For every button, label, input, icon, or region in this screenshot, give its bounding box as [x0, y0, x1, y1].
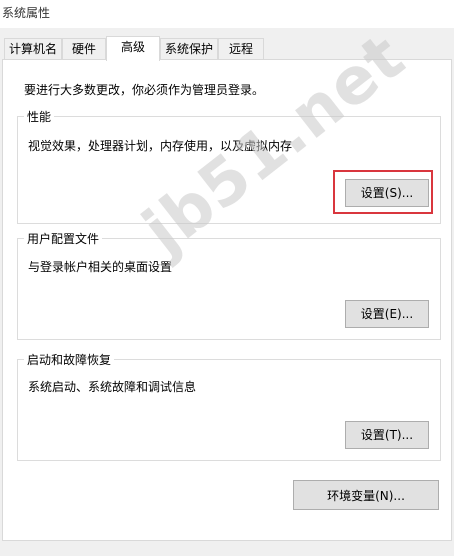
- tab-hardware[interactable]: 硬件: [62, 38, 106, 60]
- user-profiles-group: 用户配置文件 与登录帐户相关的桌面设置 设置(E)...: [17, 230, 441, 340]
- bottom-strip: [0, 541, 454, 556]
- startup-recovery-desc: 系统启动、系统故障和调试信息: [28, 380, 197, 394]
- admin-note: 要进行大多数更改，你必须作为管理员登录。: [24, 83, 265, 97]
- startup-recovery-group: 启动和故障恢复 系统启动、系统故障和调试信息 设置(T)...: [17, 351, 441, 461]
- performance-title: 性能: [24, 108, 55, 125]
- user-profiles-settings-button[interactable]: 设置(E)...: [345, 300, 429, 328]
- tab-computer-name[interactable]: 计算机名: [4, 38, 62, 60]
- highlight-box: [333, 170, 433, 214]
- window-title: 系统属性: [2, 6, 51, 20]
- environment-variables-button[interactable]: 环境变量(N)...: [293, 480, 439, 510]
- startup-recovery-title: 启动和故障恢复: [24, 351, 115, 368]
- startup-recovery-settings-button[interactable]: 设置(T)...: [345, 421, 429, 449]
- user-profiles-desc: 与登录帐户相关的桌面设置: [28, 260, 173, 274]
- tab-advanced[interactable]: 高级: [106, 36, 160, 61]
- user-profiles-title: 用户配置文件: [24, 230, 103, 247]
- title-bar: 系统属性: [0, 0, 454, 28]
- performance-desc: 视觉效果，处理器计划，内存使用，以及虚拟内存: [28, 139, 293, 153]
- tab-remote[interactable]: 远程: [218, 38, 264, 60]
- tab-system-protection[interactable]: 系统保护: [160, 38, 218, 60]
- tab-strip: 计算机名 硬件 高级 系统保护 远程: [0, 36, 454, 61]
